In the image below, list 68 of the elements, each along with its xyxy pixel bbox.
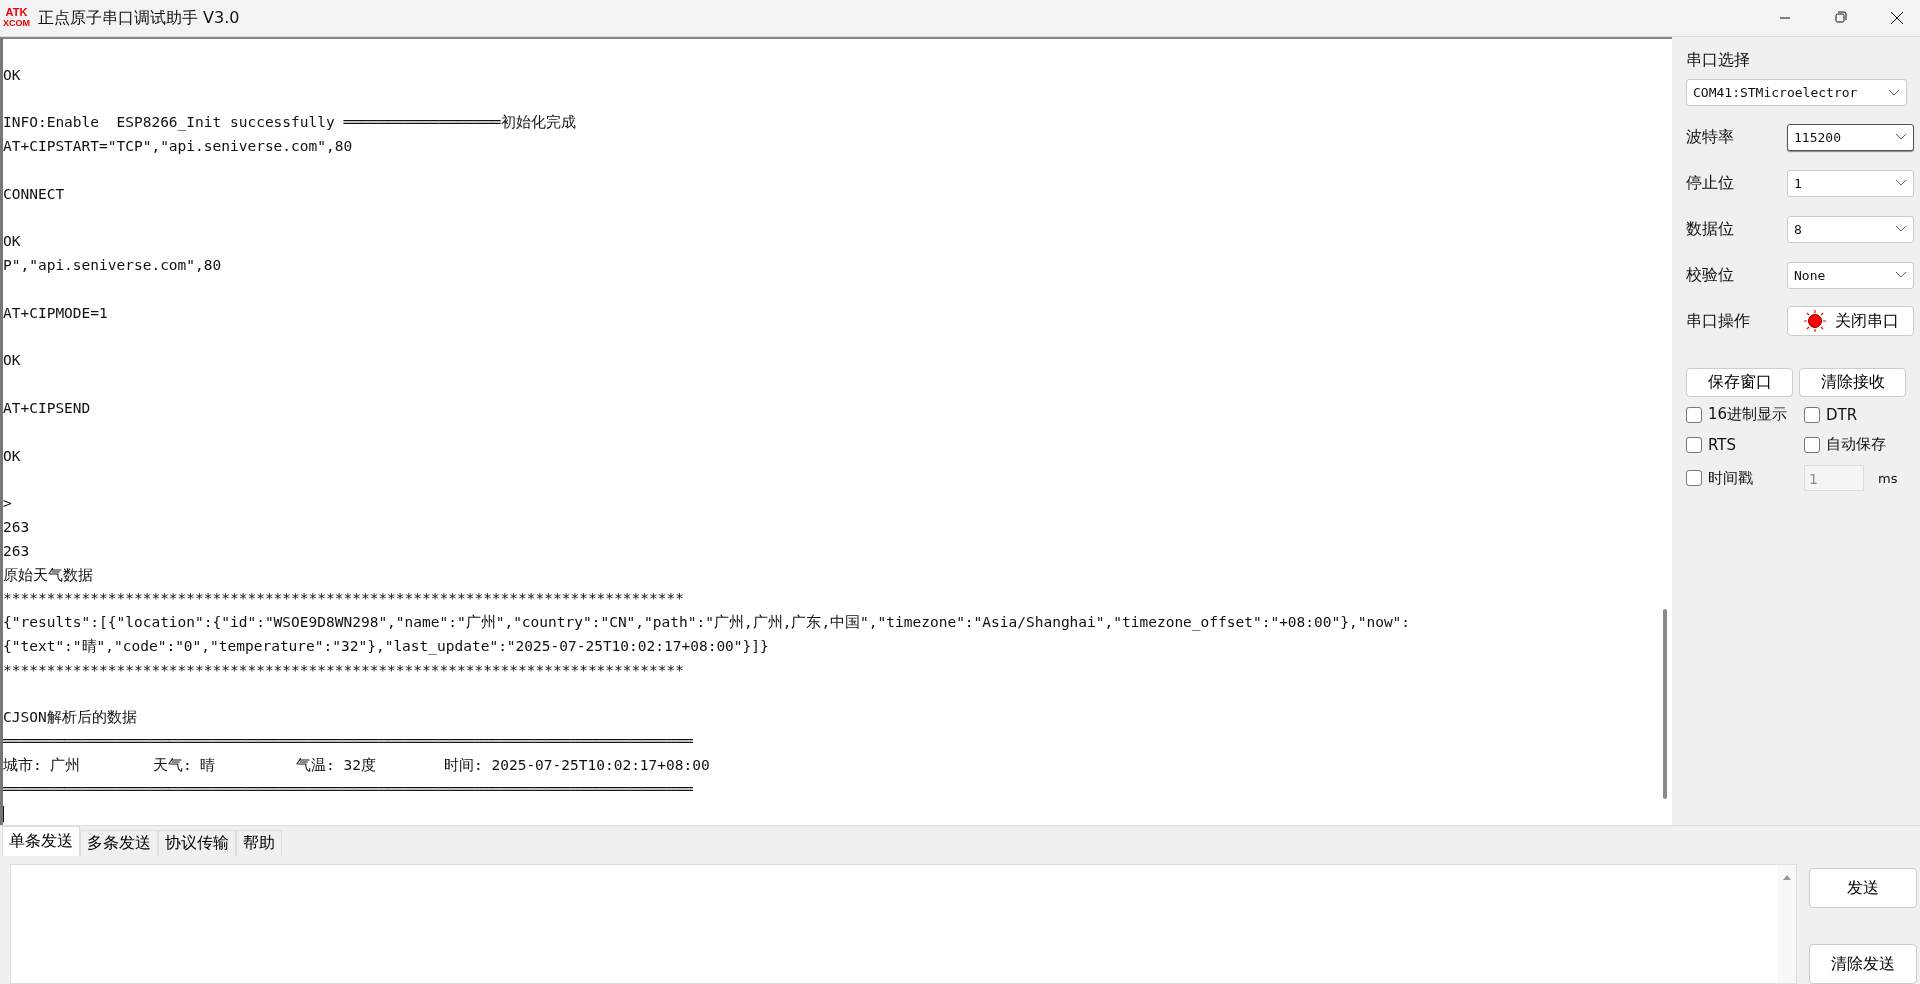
app-logo: ATK XCOM xyxy=(3,7,30,29)
log-line: {"results":[{"location":{"id":"WSOE9D8WN298","name":"广州","country":"CN","path":"广州,广州,广东,中国","timezone":"Asia/Shanghai","timezone_offset":"+08:00"},"now": xyxy=(3,614,1411,631)
checkbox[interactable] xyxy=(1686,470,1702,486)
log-field: 城市: 广州 xyxy=(3,753,153,778)
log-line: OK xyxy=(3,233,21,250)
operation-label: 串口操作 xyxy=(1686,310,1751,332)
setting-label: 数据位 xyxy=(1686,218,1735,240)
log-line: OK xyxy=(3,447,21,464)
checkbox[interactable] xyxy=(1686,406,1702,423)
log-line: OK xyxy=(3,352,21,369)
close-port-button[interactable]: 关闭串口 xyxy=(1787,306,1914,336)
log-line: 263 xyxy=(3,518,30,535)
send-tab[interactable]: 单条发送 xyxy=(2,826,80,857)
log-line: AT+CIPSEND xyxy=(3,399,91,416)
caret-icon[interactable] xyxy=(1895,179,1907,187)
log-line: ****************************************************************************** xyxy=(3,590,684,607)
panel-button[interactable]: 清除接收 xyxy=(1799,368,1906,397)
caret-icon[interactable] xyxy=(1888,88,1900,97)
option-checkbox[interactable]: 16进制显示 xyxy=(1686,405,1804,424)
log-line: CJSON解析后的数据 xyxy=(3,709,137,726)
log-line: {"text":"晴","code":"0","temperature":"32"},"last_update":"2025-07-25T10:02:17+08:00"}]} xyxy=(3,637,769,654)
setting-label: 波特率 xyxy=(1686,126,1735,148)
setting-select[interactable]: 8 xyxy=(1787,215,1914,243)
send-button[interactable]: 发送 xyxy=(1809,868,1917,909)
send-tab[interactable]: 协议传输 xyxy=(158,830,236,857)
checkbox[interactable] xyxy=(1686,436,1702,453)
window-title: 正点原子串口调试助手 V3.0 xyxy=(38,7,240,29)
send-button[interactable]: 清除发送 xyxy=(1809,944,1917,984)
lamp-icon xyxy=(1802,309,1827,333)
send-tab[interactable]: 多条发送 xyxy=(80,830,158,857)
text-cursor xyxy=(3,805,4,822)
log-line: CONNECT xyxy=(3,185,65,202)
log-line: 263 xyxy=(3,542,30,559)
scrollbar-thumb[interactable] xyxy=(1663,609,1667,799)
setting-label: 校验位 xyxy=(1686,264,1735,286)
log-line: INFO:Enable ESP8266_Init successfully ══════════════════初始化完成 xyxy=(3,114,576,131)
checkbox[interactable] xyxy=(1804,406,1820,423)
setting-select[interactable]: None xyxy=(1787,261,1914,289)
port-select[interactable]: COM41:STMicroelectror xyxy=(1686,79,1907,106)
option-checkbox[interactable]: 时间戳 xyxy=(1686,465,1804,491)
option-checkbox[interactable]: RTS xyxy=(1686,435,1804,454)
log-line: > xyxy=(3,495,12,512)
log-field: 天气: 晴 xyxy=(153,753,296,778)
setting-select[interactable]: 1 xyxy=(1787,169,1914,197)
log-line: OK xyxy=(3,66,21,83)
checkbox[interactable] xyxy=(1804,436,1820,453)
caret-icon[interactable] xyxy=(1895,271,1907,279)
setting-label: 停止位 xyxy=(1686,172,1735,194)
log-field: 气温: 32度 xyxy=(296,753,444,778)
send-field[interactable] xyxy=(10,864,1797,984)
caret-icon[interactable] xyxy=(1895,225,1907,233)
unit-label: ms xyxy=(1878,470,1898,486)
log-line: 原始天气数据 xyxy=(3,566,93,583)
log-line: ═══════════════════════════════════════════════════════════════════════════════ xyxy=(3,780,693,797)
log-line: AT+CIPSTART="TCP","api.seniverse.com",80 xyxy=(3,138,353,155)
log-line: ═══════════════════════════════════════════════════════════════════════════════ xyxy=(3,733,693,750)
setting-select[interactable]: 115200 xyxy=(1787,123,1914,151)
caret-icon[interactable] xyxy=(1895,133,1907,141)
port-label: 串口选择 xyxy=(1686,49,1751,71)
scroll-up-icon[interactable] xyxy=(1782,873,1792,882)
log-line: ****************************************************************************** xyxy=(3,661,684,678)
option-checkbox[interactable]: DTR xyxy=(1804,405,1914,424)
log-line: P","api.seniverse.com",80 xyxy=(3,257,222,274)
log-field: 时间: 2025-07-25T10:02:17+08:00 xyxy=(444,753,710,778)
send-tab[interactable]: 帮助 xyxy=(236,830,282,857)
panel-button[interactable]: 保存窗口 xyxy=(1686,368,1793,397)
option-checkbox[interactable]: 自动保存 xyxy=(1804,435,1914,454)
log-line: AT+CIPMODE=1 xyxy=(3,304,108,321)
